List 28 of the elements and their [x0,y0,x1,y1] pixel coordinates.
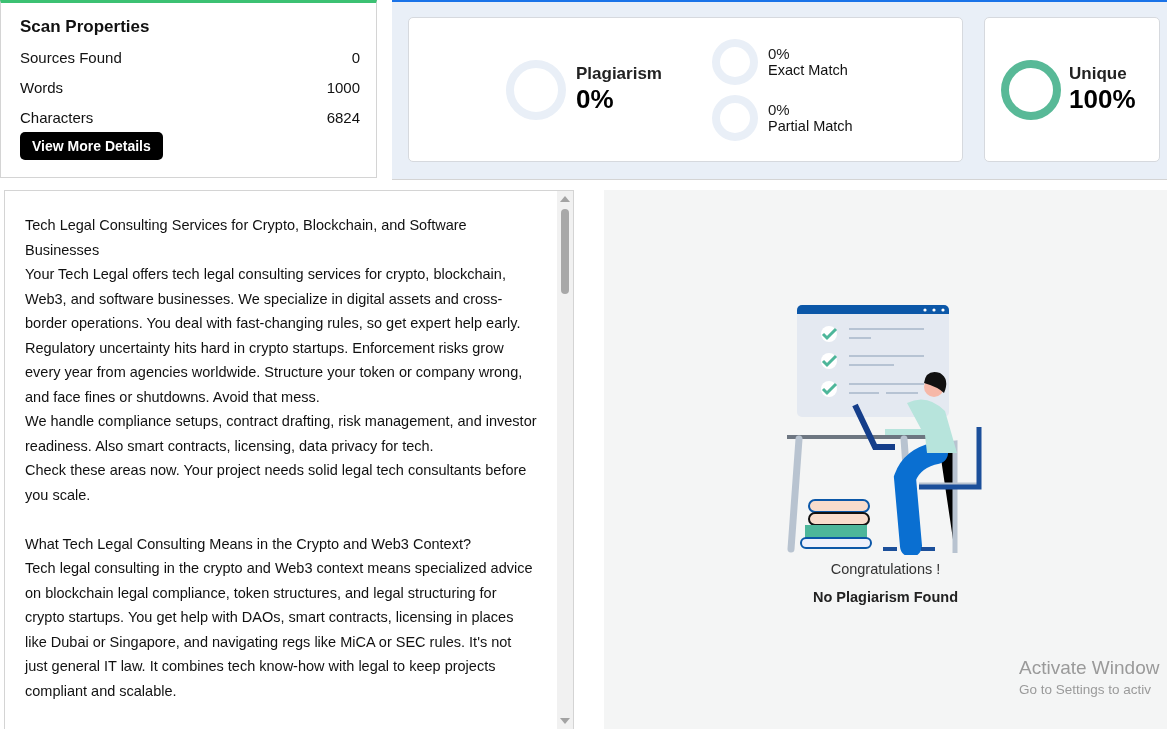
stat-value: 0% [768,101,791,118]
congratulations-text: Congratulations ! [830,561,941,577]
text-paragraph: Tech legal consulting in the crypto and Web3 context means specialized advice on blockchain legal compliance, token structures, and legal structuring for crypto startups. You get help with DAOs, smart contracts, licensing in places like Dubai or Singapore, and navigating regs like MiCA or SEC rules. It's not just general IT law. It combines tech know-how with legal to keep projects compliant and scalable. [25,559,534,701]
stat-label: Exact Match [768,62,848,78]
view-details-button[interactable]: View More Details [20,132,163,160]
property-label: Words [20,78,64,96]
stat-label: Partial Match [768,118,853,134]
property-label: Characters [20,108,94,126]
property-value: 6824 [326,108,360,126]
card-title: Scan Properties [20,17,151,37]
result-heading: No Plagiarism Found [813,589,958,605]
activation-notice-text: Go to Settings to activ [1019,682,1153,697]
property-label: Sources Found [20,48,122,66]
text-paragraph: We handle compliance setups, contract drafting, risk management, and investor readiness. Also smart contracts, licensing, data privacy for tech. [25,412,537,456]
text-paragraph: What Tech Legal Consulting Means in the Crypto and Web3 Context? [25,534,472,554]
stat-value: 0% [576,84,615,115]
scrollbar[interactable] [557,191,573,729]
stat-label: Unique [1069,64,1128,84]
text-paragraph: Check these areas now. Your project needs solid legal tech consultants before you scale. [25,461,528,505]
text-paragraph: Tech Legal Consulting Services for Crypto, Blockchain, and Software Businesses [25,216,468,260]
text-paragraph: Your Tech Legal offers tech legal consulting services for crypto, blockchain, Web3, and software businesses. We specialize in digital assets and cross-border operations. You deal with fast-changing rules, so get expert help early. [25,265,522,333]
property-value: 1000 [326,78,360,96]
stat-value: 0% [768,45,791,62]
property-value: 0 [351,48,360,66]
text-paragraph: Regulatory uncertainty hits hard in crypto startups. Enforcement risks grow every year from agencies worldwide. Structure your token or company wrong, and face fines or shutdowns. Avoid that mess. [25,338,524,407]
stat-label: Plagiarism [576,64,662,84]
stat-value: 100% [1069,84,1136,115]
activation-notice-title: Activate Window [1019,657,1161,679]
